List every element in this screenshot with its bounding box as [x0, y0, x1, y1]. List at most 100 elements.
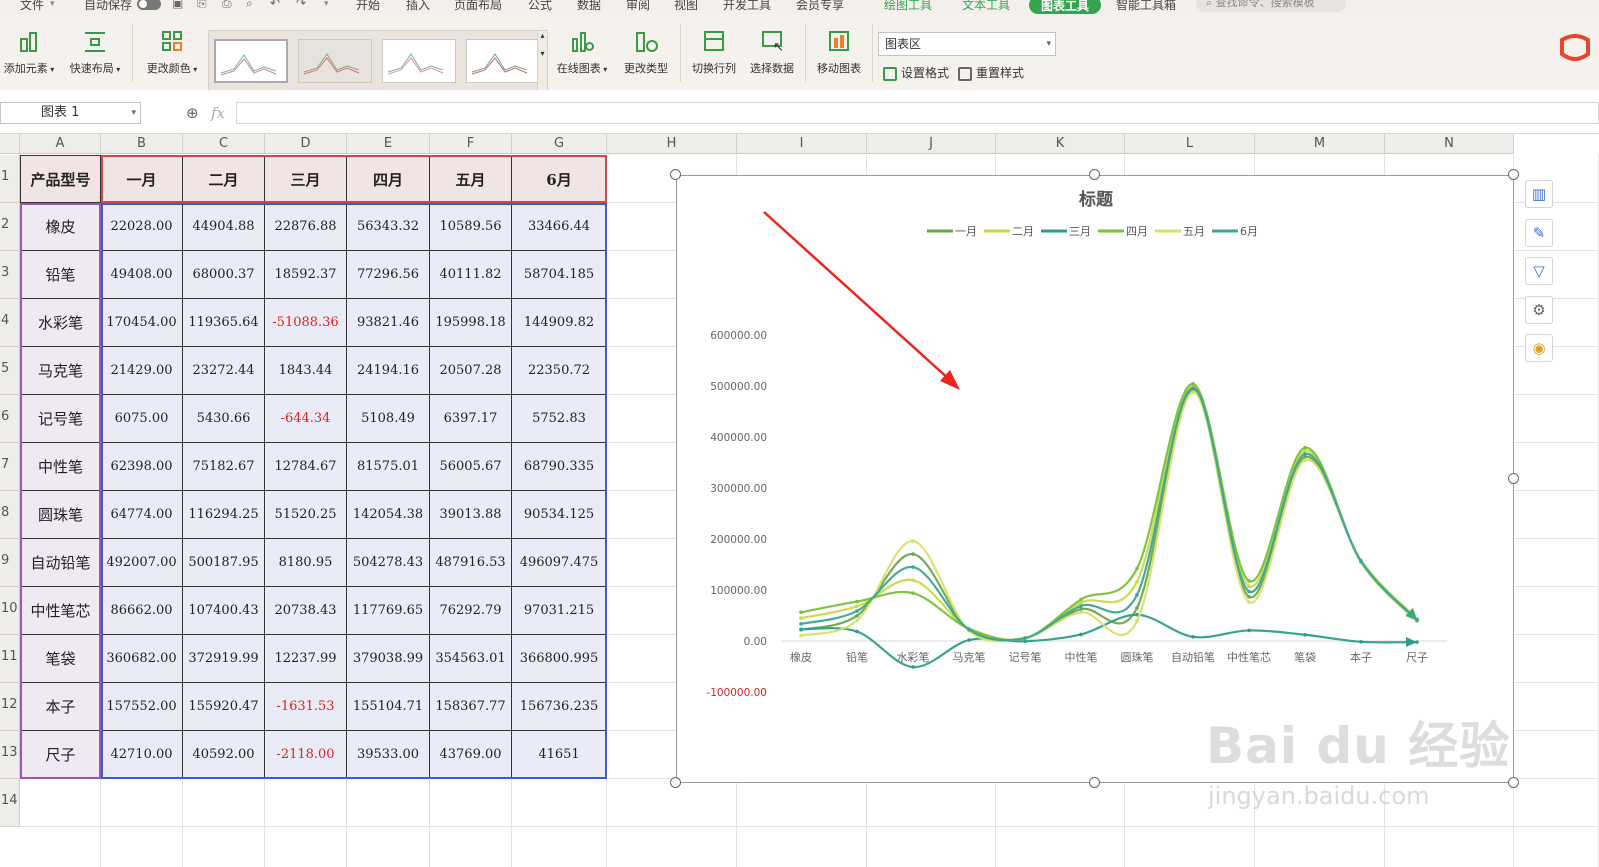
grid-cell[interactable] — [20, 779, 101, 827]
grid-cell[interactable] — [430, 827, 512, 867]
resize-handle-top-left[interactable] — [670, 169, 681, 180]
table-header-cell[interactable]: 6月 — [512, 155, 607, 203]
autosave-toggle[interactable] — [137, 0, 161, 10]
product-name-cell[interactable]: 自动铅笔 — [20, 539, 101, 587]
row-header-10[interactable]: 10 — [0, 587, 20, 635]
table-cell[interactable]: 40592.00 — [183, 731, 265, 779]
grid-cell[interactable] — [430, 779, 512, 827]
table-cell[interactable]: 170454.00 — [101, 299, 183, 347]
table-cell[interactable]: 157552.00 — [101, 683, 183, 731]
table-cell[interactable]: 12784.67 — [265, 443, 347, 491]
menu-drawing-tools[interactable]: 绘图工具 — [884, 0, 932, 13]
table-cell[interactable]: 5108.49 — [347, 395, 430, 443]
grid-cell[interactable] — [20, 827, 101, 867]
online-chart-button[interactable]: 在线图表 ▾ — [553, 28, 611, 76]
resize-handle-right[interactable] — [1508, 473, 1519, 484]
zoom-icon[interactable]: ⊕ — [186, 104, 199, 122]
chart-tips-bulb-icon[interactable]: ◉ — [1525, 334, 1553, 362]
table-cell[interactable]: 77296.56 — [347, 251, 430, 299]
product-name-cell[interactable]: 铅笔 — [20, 251, 101, 299]
table-cell[interactable]: 39533.00 — [347, 731, 430, 779]
menu-text-tools[interactable]: 文本工具 — [962, 0, 1010, 13]
set-format-button[interactable]: 设置格式 — [883, 64, 949, 81]
grid-cell[interactable] — [1125, 827, 1255, 867]
table-cell[interactable]: 68000.37 — [183, 251, 265, 299]
table-cell[interactable]: 68790.335 — [512, 443, 607, 491]
table-cell[interactable]: 49408.00 — [101, 251, 183, 299]
table-cell[interactable]: 12237.99 — [265, 635, 347, 683]
row-header-14[interactable]: 14 — [0, 779, 20, 827]
table-cell[interactable]: 93821.46 — [347, 299, 430, 347]
table-cell[interactable]: 39013.88 — [430, 491, 512, 539]
table-cell[interactable]: 1843.44 — [265, 347, 347, 395]
grid-cell[interactable] — [1514, 731, 1599, 779]
table-cell[interactable]: 20738.43 — [265, 587, 347, 635]
row-header-9[interactable]: 9 — [0, 539, 20, 587]
grid-cell[interactable] — [1385, 827, 1514, 867]
row-header-11[interactable]: 11 — [0, 635, 20, 683]
grid-cell[interactable] — [607, 827, 737, 867]
table-cell[interactable]: 5752.83 — [512, 395, 607, 443]
grid-cell[interactable] — [1514, 587, 1599, 635]
grid-cell[interactable] — [1514, 443, 1599, 491]
formula-input[interactable] — [236, 102, 1599, 124]
column-header-G[interactable]: G — [512, 134, 607, 154]
row-header-4[interactable]: 4 — [0, 299, 20, 347]
table-cell[interactable]: 44904.88 — [183, 203, 265, 251]
switch-row-column-button[interactable]: 切换行列 — [688, 28, 740, 76]
grid-cell[interactable] — [1514, 683, 1599, 731]
resize-handle-top-right[interactable] — [1508, 169, 1519, 180]
grid-cell[interactable] — [1514, 395, 1599, 443]
table-cell[interactable]: 41651 — [512, 731, 607, 779]
product-name-cell[interactable]: 马克笔 — [20, 347, 101, 395]
grid-cell[interactable] — [265, 779, 347, 827]
grid-cell[interactable] — [512, 827, 607, 867]
row-header-8[interactable]: 8 — [0, 491, 20, 539]
table-cell[interactable]: 42710.00 — [101, 731, 183, 779]
table-cell[interactable]: 6397.17 — [430, 395, 512, 443]
grid-cell[interactable] — [1514, 827, 1599, 867]
menu-data[interactable]: 数据 — [577, 0, 601, 13]
grid-cell[interactable] — [101, 779, 183, 827]
select-all-corner[interactable] — [0, 134, 20, 154]
change-type-button[interactable]: 更改类型 — [620, 28, 672, 76]
menu-developer[interactable]: 开发工具 — [723, 0, 771, 13]
table-cell[interactable]: 22350.72 — [512, 347, 607, 395]
table-cell[interactable]: 24194.16 — [347, 347, 430, 395]
table-cell[interactable]: 21429.00 — [101, 347, 183, 395]
chart-elements-icon[interactable]: ▥ — [1525, 180, 1553, 208]
table-cell[interactable]: 117769.65 — [347, 587, 430, 635]
column-header-F[interactable]: F — [430, 134, 512, 154]
table-cell[interactable]: 10589.56 — [430, 203, 512, 251]
save-icon[interactable]: ▣ — [172, 0, 183, 10]
row-header-12[interactable]: 12 — [0, 683, 20, 731]
grid-cell[interactable] — [1514, 491, 1599, 539]
redo-icon[interactable]: ↷ — [296, 0, 306, 10]
undo-icon[interactable]: ↶ — [270, 0, 280, 10]
table-cell[interactable]: 23272.44 — [183, 347, 265, 395]
table-cell[interactable]: 6075.00 — [101, 395, 183, 443]
move-chart-button[interactable]: 移动图表 — [813, 28, 865, 76]
reset-style-button[interactable]: 重置样式 — [958, 64, 1024, 81]
menu-view[interactable]: 视图 — [674, 0, 698, 13]
table-cell[interactable]: 20507.28 — [430, 347, 512, 395]
column-header-K[interactable]: K — [996, 134, 1125, 154]
grid-cell[interactable] — [347, 827, 430, 867]
table-cell[interactable]: 195998.18 — [430, 299, 512, 347]
chart-style-brush-icon[interactable]: ✎ — [1525, 219, 1553, 247]
command-search[interactable]: ⌕ 查找命令、搜索模板 — [1196, 0, 1346, 12]
chart-object[interactable]: 标题 一月 二月 三月 四月 五月 6月 600000.00 500000.00 400000.0… — [676, 175, 1514, 783]
print-icon[interactable]: ⎙ — [222, 0, 232, 11]
table-cell[interactable]: 144909.82 — [512, 299, 607, 347]
table-cell[interactable]: 86662.00 — [101, 587, 183, 635]
table-cell[interactable]: 156736.235 — [512, 683, 607, 731]
table-cell[interactable]: 90534.125 — [512, 491, 607, 539]
grid-cell[interactable] — [1255, 827, 1385, 867]
select-data-button[interactable]: ↖ 选择数据 — [746, 28, 798, 76]
table-cell[interactable]: 40111.82 — [430, 251, 512, 299]
quick-layout-button[interactable]: 快速布局 ▾ — [66, 28, 124, 76]
row-header-2[interactable]: 2 — [0, 203, 20, 251]
row-header-7[interactable]: 7 — [0, 443, 20, 491]
grid-cell[interactable] — [347, 779, 430, 827]
product-name-cell[interactable]: 橡皮 — [20, 203, 101, 251]
